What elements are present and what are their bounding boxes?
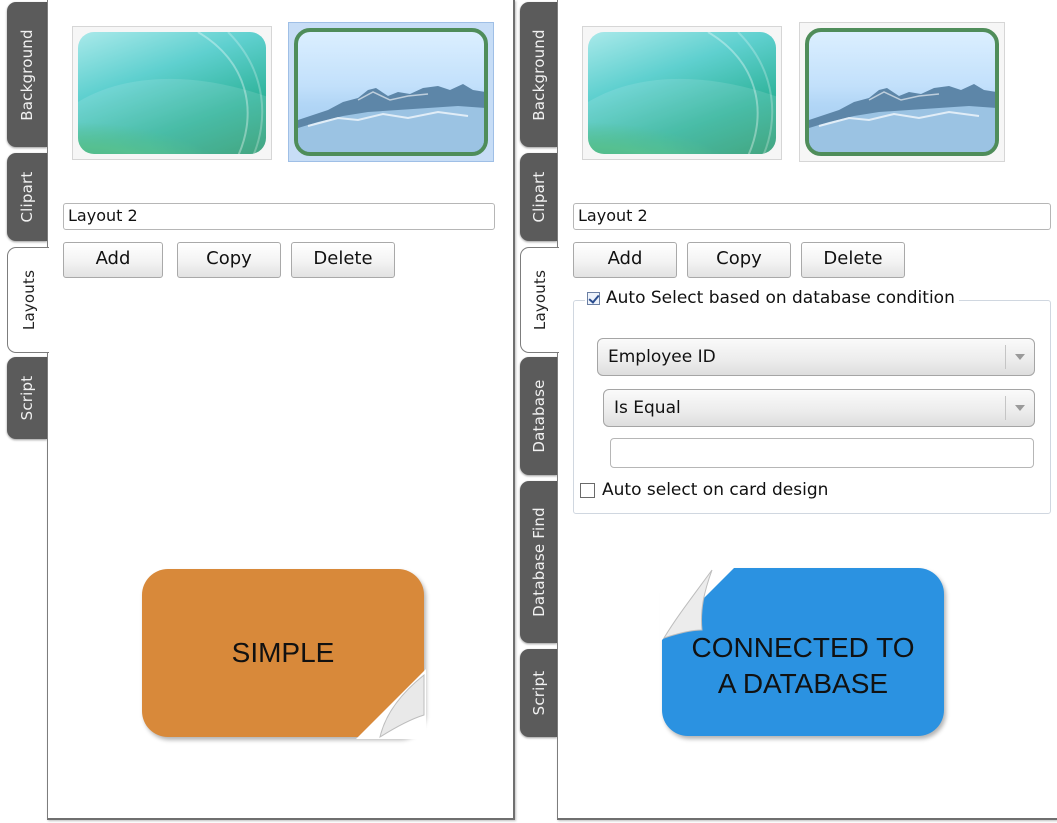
layouts-content: Layout 2 Add Copy Delete SIMPLE [47,0,515,820]
delete-button[interactable]: Delete [801,242,905,278]
badge-text-line2: A DATABASE [717,668,889,699]
tab-script[interactable]: Script [7,357,47,439]
tab-layouts[interactable]: Layouts [520,247,559,353]
green-background-preview [588,32,776,154]
layouts-panel-simple: Background Clipart Layouts Script Layout… [0,0,518,823]
layout-thumbnail-1[interactable] [72,26,272,160]
tab-background[interactable]: Background [7,2,47,147]
layouts-panel-database: Background Clipart Layouts Database Data… [518,0,1057,823]
tab-label: Background [529,28,548,121]
card-design-checkbox[interactable] [580,482,595,498]
layout-name-input[interactable]: Layout 2 [573,203,1051,230]
tab-label: Script [529,670,548,716]
layout-name-input[interactable]: Layout 2 [63,203,495,230]
field-select[interactable]: Employee ID [597,338,1035,376]
copy-button[interactable]: Copy [687,242,791,278]
tab-layouts[interactable]: Layouts [7,247,49,353]
combo-separator [1005,345,1006,369]
layout-thumbnail-2[interactable] [799,22,1005,162]
combo-separator [1005,396,1006,420]
simple-badge: SIMPLE [142,569,426,739]
layout-thumbnail-2[interactable] [288,22,494,162]
chevron-down-icon [1015,354,1025,360]
tab-label: Database Find [529,507,548,617]
layout-thumbnail-1[interactable] [582,26,782,160]
tab-label: Layouts [531,269,549,331]
tab-label: Script [18,375,36,421]
condition-value-input[interactable] [610,438,1034,468]
badge-text: SIMPLE [231,637,335,668]
tab-label: Layouts [19,269,38,331]
tab-label: Database [529,379,548,453]
tab-script[interactable]: Script [520,649,557,737]
field-select-value: Employee ID [608,347,716,367]
auto-select-legend: Auto Select based on database condition [585,288,959,308]
page-curl-icon [356,669,426,739]
auto-select-checkbox[interactable] [587,291,600,305]
layouts-content: Layout 2 Add Copy Delete Auto Select bas… [557,0,1057,820]
water-splash-preview [805,28,999,156]
operator-select-value: Is Equal [614,398,681,418]
card-design-label: Auto select on card design [602,480,829,500]
connected-database-badge: CONNECTED TO A DATABASE [660,566,944,736]
delete-button[interactable]: Delete [291,242,395,278]
tab-label: Clipart [18,171,36,223]
chevron-down-icon [1015,405,1025,411]
tab-database-find[interactable]: Database Find [520,481,557,643]
tab-label: Clipart [529,171,548,223]
add-button[interactable]: Add [63,242,163,278]
tab-database[interactable]: Database [520,357,557,475]
operator-select[interactable]: Is Equal [603,389,1035,427]
green-background-preview [78,32,266,154]
auto-select-card-design[interactable]: Auto select on card design [580,480,828,500]
water-splash-preview [294,28,488,156]
tab-clipart[interactable]: Clipart [520,153,557,241]
copy-button[interactable]: Copy [177,242,281,278]
add-button[interactable]: Add [573,242,677,278]
page-curl-icon [660,566,736,642]
tab-background[interactable]: Background [520,2,557,147]
auto-select-label: Auto Select based on database condition [606,288,955,308]
tab-label: Background [18,28,36,121]
tab-clipart[interactable]: Clipart [7,153,47,241]
